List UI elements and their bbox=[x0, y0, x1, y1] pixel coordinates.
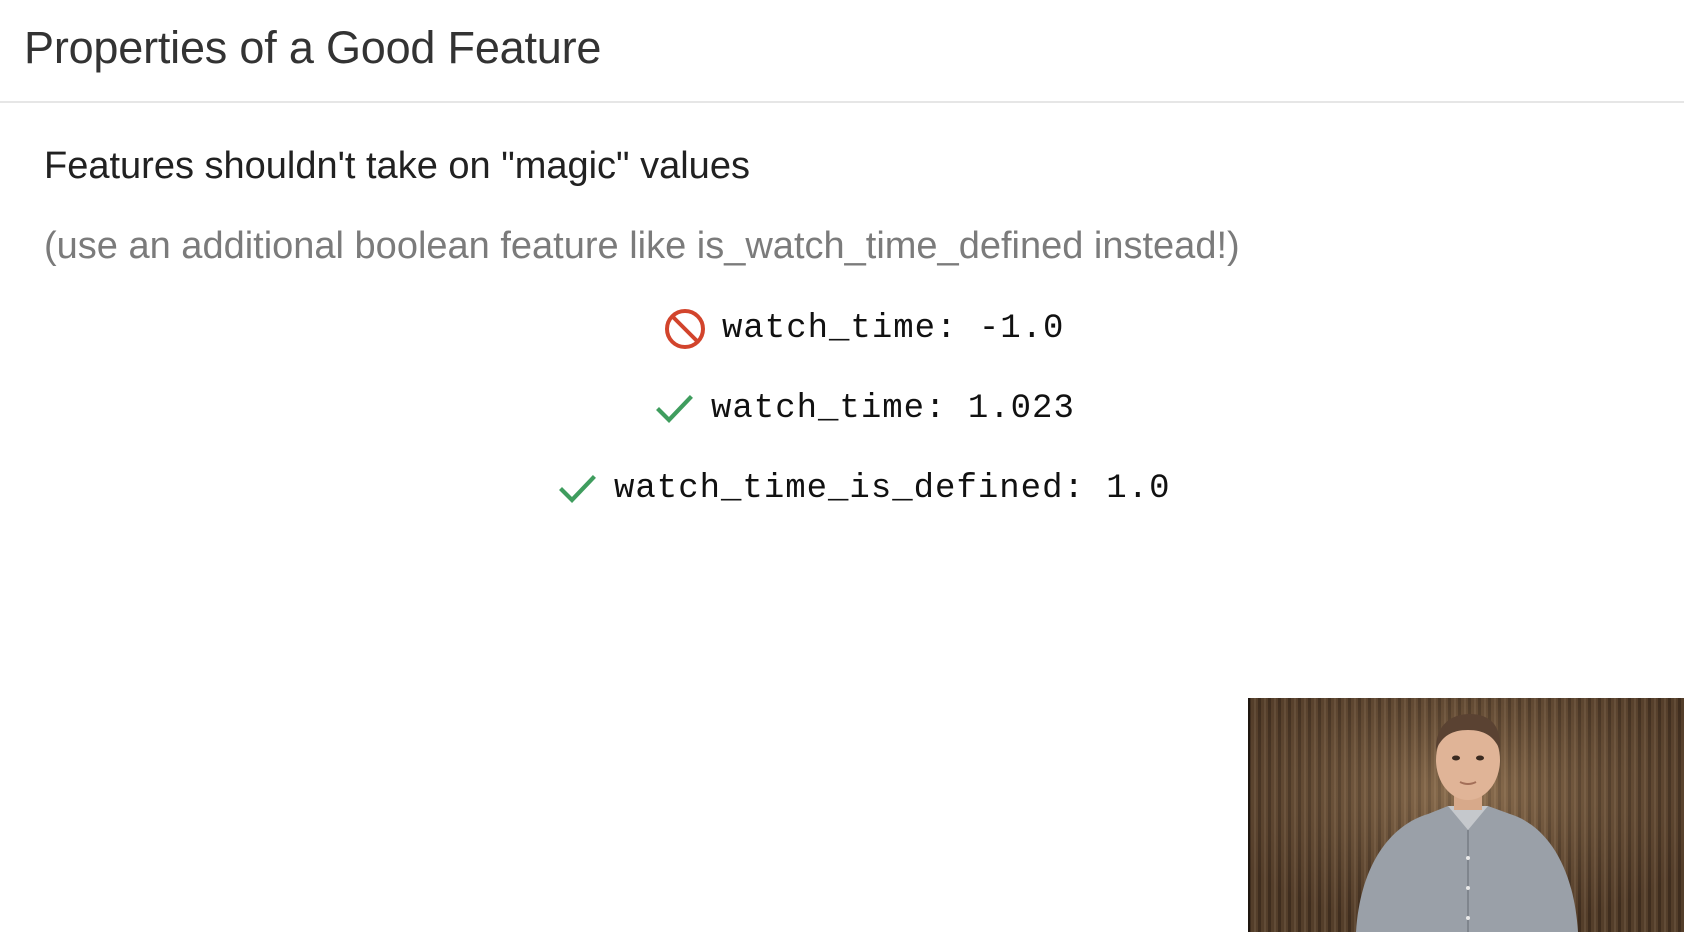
slide: Properties of a Good Feature Features sh… bbox=[0, 0, 1684, 932]
slide-title: Properties of a Good Feature bbox=[24, 22, 602, 73]
slide-heading: Features shouldn't take on "magic" value… bbox=[44, 145, 750, 187]
example-code: watch_time: -1.0 bbox=[722, 310, 1065, 348]
example-row-good: watch_time: 1.023 bbox=[651, 384, 1075, 434]
example-row-good: watch_time_is_defined: 1.0 bbox=[554, 464, 1171, 514]
checkmark-icon bbox=[554, 466, 600, 512]
presenter-video[interactable] bbox=[1248, 698, 1684, 932]
example-code: watch_time_is_defined: 1.0 bbox=[614, 470, 1171, 508]
example-row-bad: watch_time: -1.0 bbox=[662, 304, 1064, 354]
prohibited-icon bbox=[662, 306, 708, 352]
checkmark-icon bbox=[651, 386, 697, 432]
presenter-video-frame bbox=[1248, 698, 1684, 932]
example-code: watch_time: 1.023 bbox=[711, 390, 1075, 428]
slide-note: (use an additional boolean feature like … bbox=[44, 225, 1240, 267]
slide-header: Properties of a Good Feature bbox=[0, 0, 1684, 103]
